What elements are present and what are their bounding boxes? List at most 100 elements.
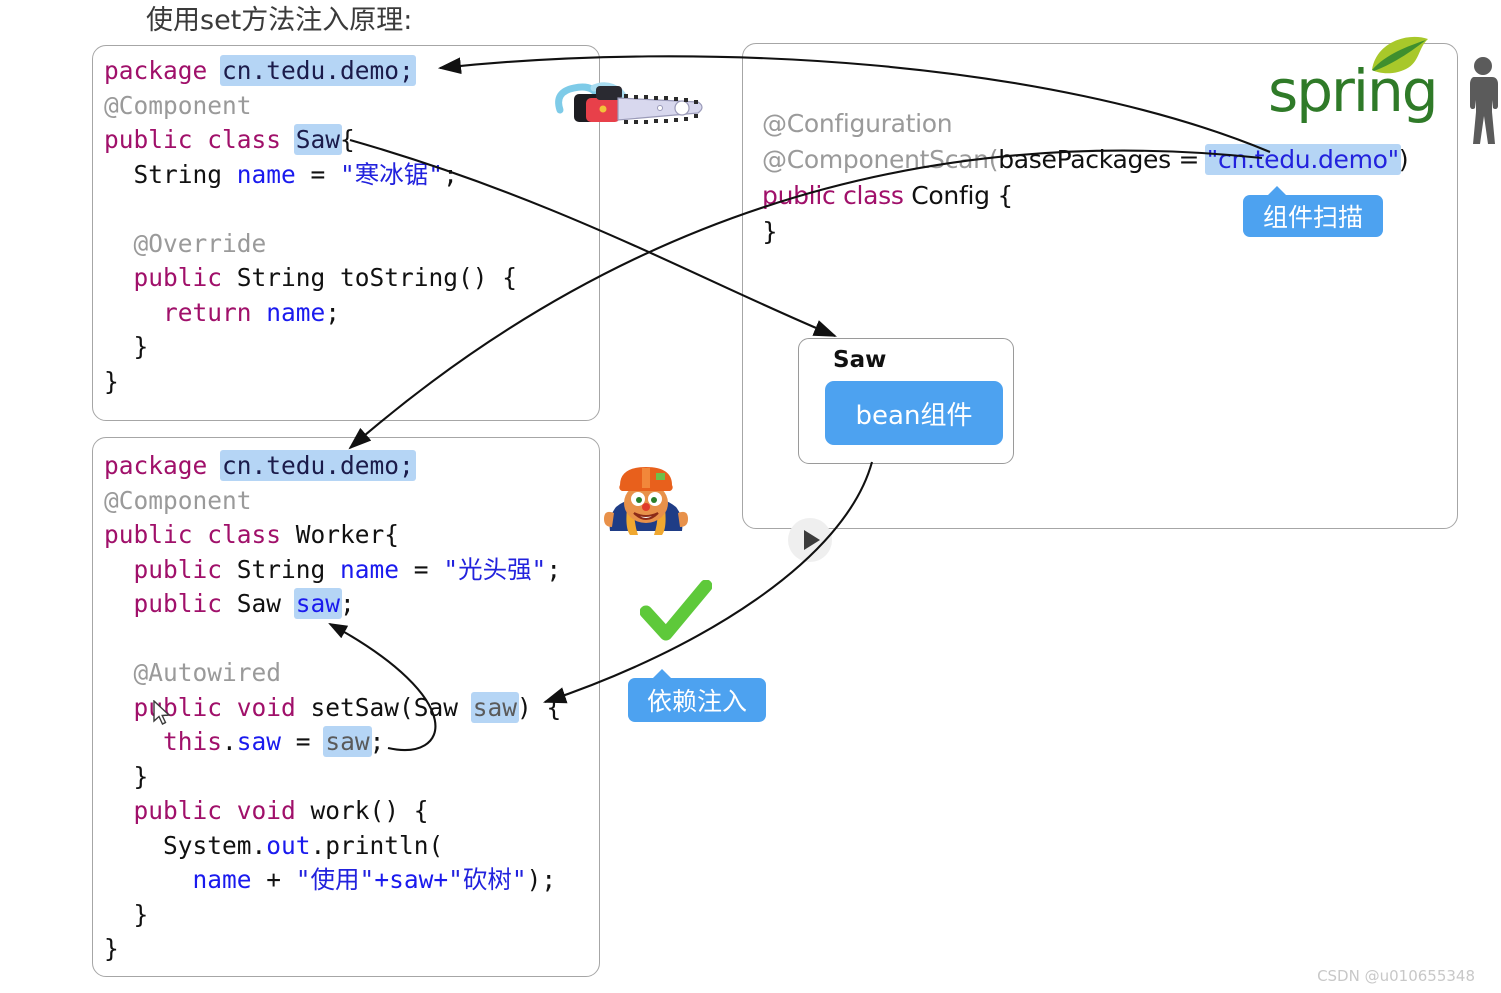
code-line: package cn.tedu.demo; xyxy=(104,449,561,484)
code-token: "光头强" xyxy=(443,554,547,584)
code-line: @Component xyxy=(104,484,561,519)
code-token: name xyxy=(192,865,252,894)
code-line: this.saw = saw; xyxy=(104,725,561,760)
code-token: ; xyxy=(443,159,458,189)
code-token: @Component xyxy=(104,485,252,515)
code-token: public void xyxy=(104,692,311,722)
code-token: ; xyxy=(340,589,355,618)
lumberjack-character-icon xyxy=(604,467,688,535)
code-token: public xyxy=(104,263,237,292)
code-line: } xyxy=(104,365,517,400)
play-button-icon[interactable] xyxy=(788,518,832,562)
bean-component-chip: bean组件 xyxy=(825,381,1003,445)
diagram-canvas: 使用set方法注入原理: package cn.tedu.demo; @Compo… xyxy=(0,0,1501,993)
code-token: saw xyxy=(389,865,434,894)
code-token: return xyxy=(104,297,267,327)
code-token: this xyxy=(104,727,223,756)
code-token: name xyxy=(340,554,400,584)
code-token: } xyxy=(104,332,149,361)
code-line: @ComponentScan(basePackages = "cn.tedu.d… xyxy=(762,142,1409,178)
code-token: ; xyxy=(325,297,341,327)
code-token: public class xyxy=(104,125,296,154)
code-line: return name; xyxy=(104,296,517,331)
csdn-watermark: CSDN @u010655348 xyxy=(1317,967,1475,985)
code-token: saw xyxy=(293,588,343,619)
code-line: } xyxy=(104,760,561,795)
code-token: + xyxy=(251,865,296,894)
code-token: "砍树" xyxy=(448,865,527,894)
play-triangle-icon xyxy=(804,530,820,550)
code-token: package xyxy=(104,451,223,480)
chainsaw-icon xyxy=(555,82,703,124)
code-token: = xyxy=(295,159,341,189)
code-token: String toString() { xyxy=(236,263,518,292)
page-title: 使用set方法注入原理: xyxy=(146,5,413,36)
code-token: name xyxy=(236,159,296,189)
code-token: Config { xyxy=(911,181,1013,210)
saw-source-code: package cn.tedu.demo; @Component public cl… xyxy=(104,54,517,399)
code-token: String xyxy=(104,159,237,189)
code-token: out xyxy=(266,830,311,860)
code-token: String xyxy=(236,554,341,584)
code-token: saw xyxy=(323,726,372,757)
code-token: @Component xyxy=(104,90,252,120)
code-line: package cn.tedu.demo; xyxy=(104,54,517,89)
code-line: name + "使用"+saw+"砍树"); xyxy=(104,863,561,898)
code-token: ; xyxy=(546,554,562,584)
spring-logo: spring xyxy=(1268,36,1448,122)
code-token: @Configuration xyxy=(762,109,953,138)
code-token: cn.tedu.demo; xyxy=(220,450,416,481)
code-token: ); xyxy=(526,865,557,894)
code-token: name xyxy=(266,297,326,327)
code-token: public class xyxy=(762,181,912,210)
code-token: cn.tedu.demo; xyxy=(220,55,416,86)
person-silhouette-icon xyxy=(1470,57,1498,144)
code-token: "寒冰锯" xyxy=(340,159,444,189)
code-token: work() { xyxy=(310,796,429,825)
code-token: = xyxy=(281,727,326,756)
code-token: public xyxy=(104,554,237,584)
code-line: public class Worker{ xyxy=(104,518,561,553)
code-token: "使用" xyxy=(295,865,375,894)
dependency-injection-badge: 依赖注入 xyxy=(628,669,766,722)
code-token: Saw xyxy=(236,589,296,618)
code-token: . xyxy=(222,727,237,756)
code-token: "cn.tedu.demo" xyxy=(1204,144,1401,175)
saw-bean-box: Saw bean组件 xyxy=(798,338,1014,464)
code-token: ) xyxy=(1398,145,1409,174)
spring-wordmark: spring xyxy=(1268,57,1439,125)
code-token: } xyxy=(104,366,119,396)
code-line: @Autowired xyxy=(104,656,561,691)
code-token: setSaw(Saw xyxy=(310,692,473,722)
code-token: } xyxy=(104,934,119,963)
code-line: public String name = "光头强"; xyxy=(104,553,562,588)
code-token: { xyxy=(340,125,355,154)
code-token: basePackages xyxy=(998,145,1171,174)
component-scan-badge: 组件扫描 xyxy=(1243,186,1383,237)
code-line: public String toString() { xyxy=(104,261,518,296)
bean-box-title: Saw xyxy=(833,347,887,373)
code-token: saw xyxy=(470,691,520,723)
code-token: = xyxy=(399,554,444,584)
code-token: .println( xyxy=(310,830,444,860)
code-line: public Saw saw; xyxy=(104,587,561,622)
code-token: public xyxy=(104,589,237,618)
code-token: System. xyxy=(104,830,267,860)
code-token: @Autowired xyxy=(104,658,282,687)
code-line: @Override xyxy=(104,227,517,262)
code-line: public class Saw{ xyxy=(104,123,517,158)
code-line: } xyxy=(104,898,561,933)
green-check-icon xyxy=(640,580,712,641)
code-token: Saw xyxy=(293,124,343,155)
code-line: System.out.println( xyxy=(104,829,561,864)
code-token: + xyxy=(374,865,390,894)
code-token: = xyxy=(1170,145,1207,174)
code-token: } xyxy=(104,761,149,791)
code-line: String name = "寒冰锯"; xyxy=(104,158,517,193)
code-line: } xyxy=(104,330,517,365)
code-token: public class xyxy=(104,520,296,549)
code-token: public void xyxy=(104,796,311,825)
code-line: @Component xyxy=(104,89,517,124)
code-line: public void work() { xyxy=(104,794,561,829)
